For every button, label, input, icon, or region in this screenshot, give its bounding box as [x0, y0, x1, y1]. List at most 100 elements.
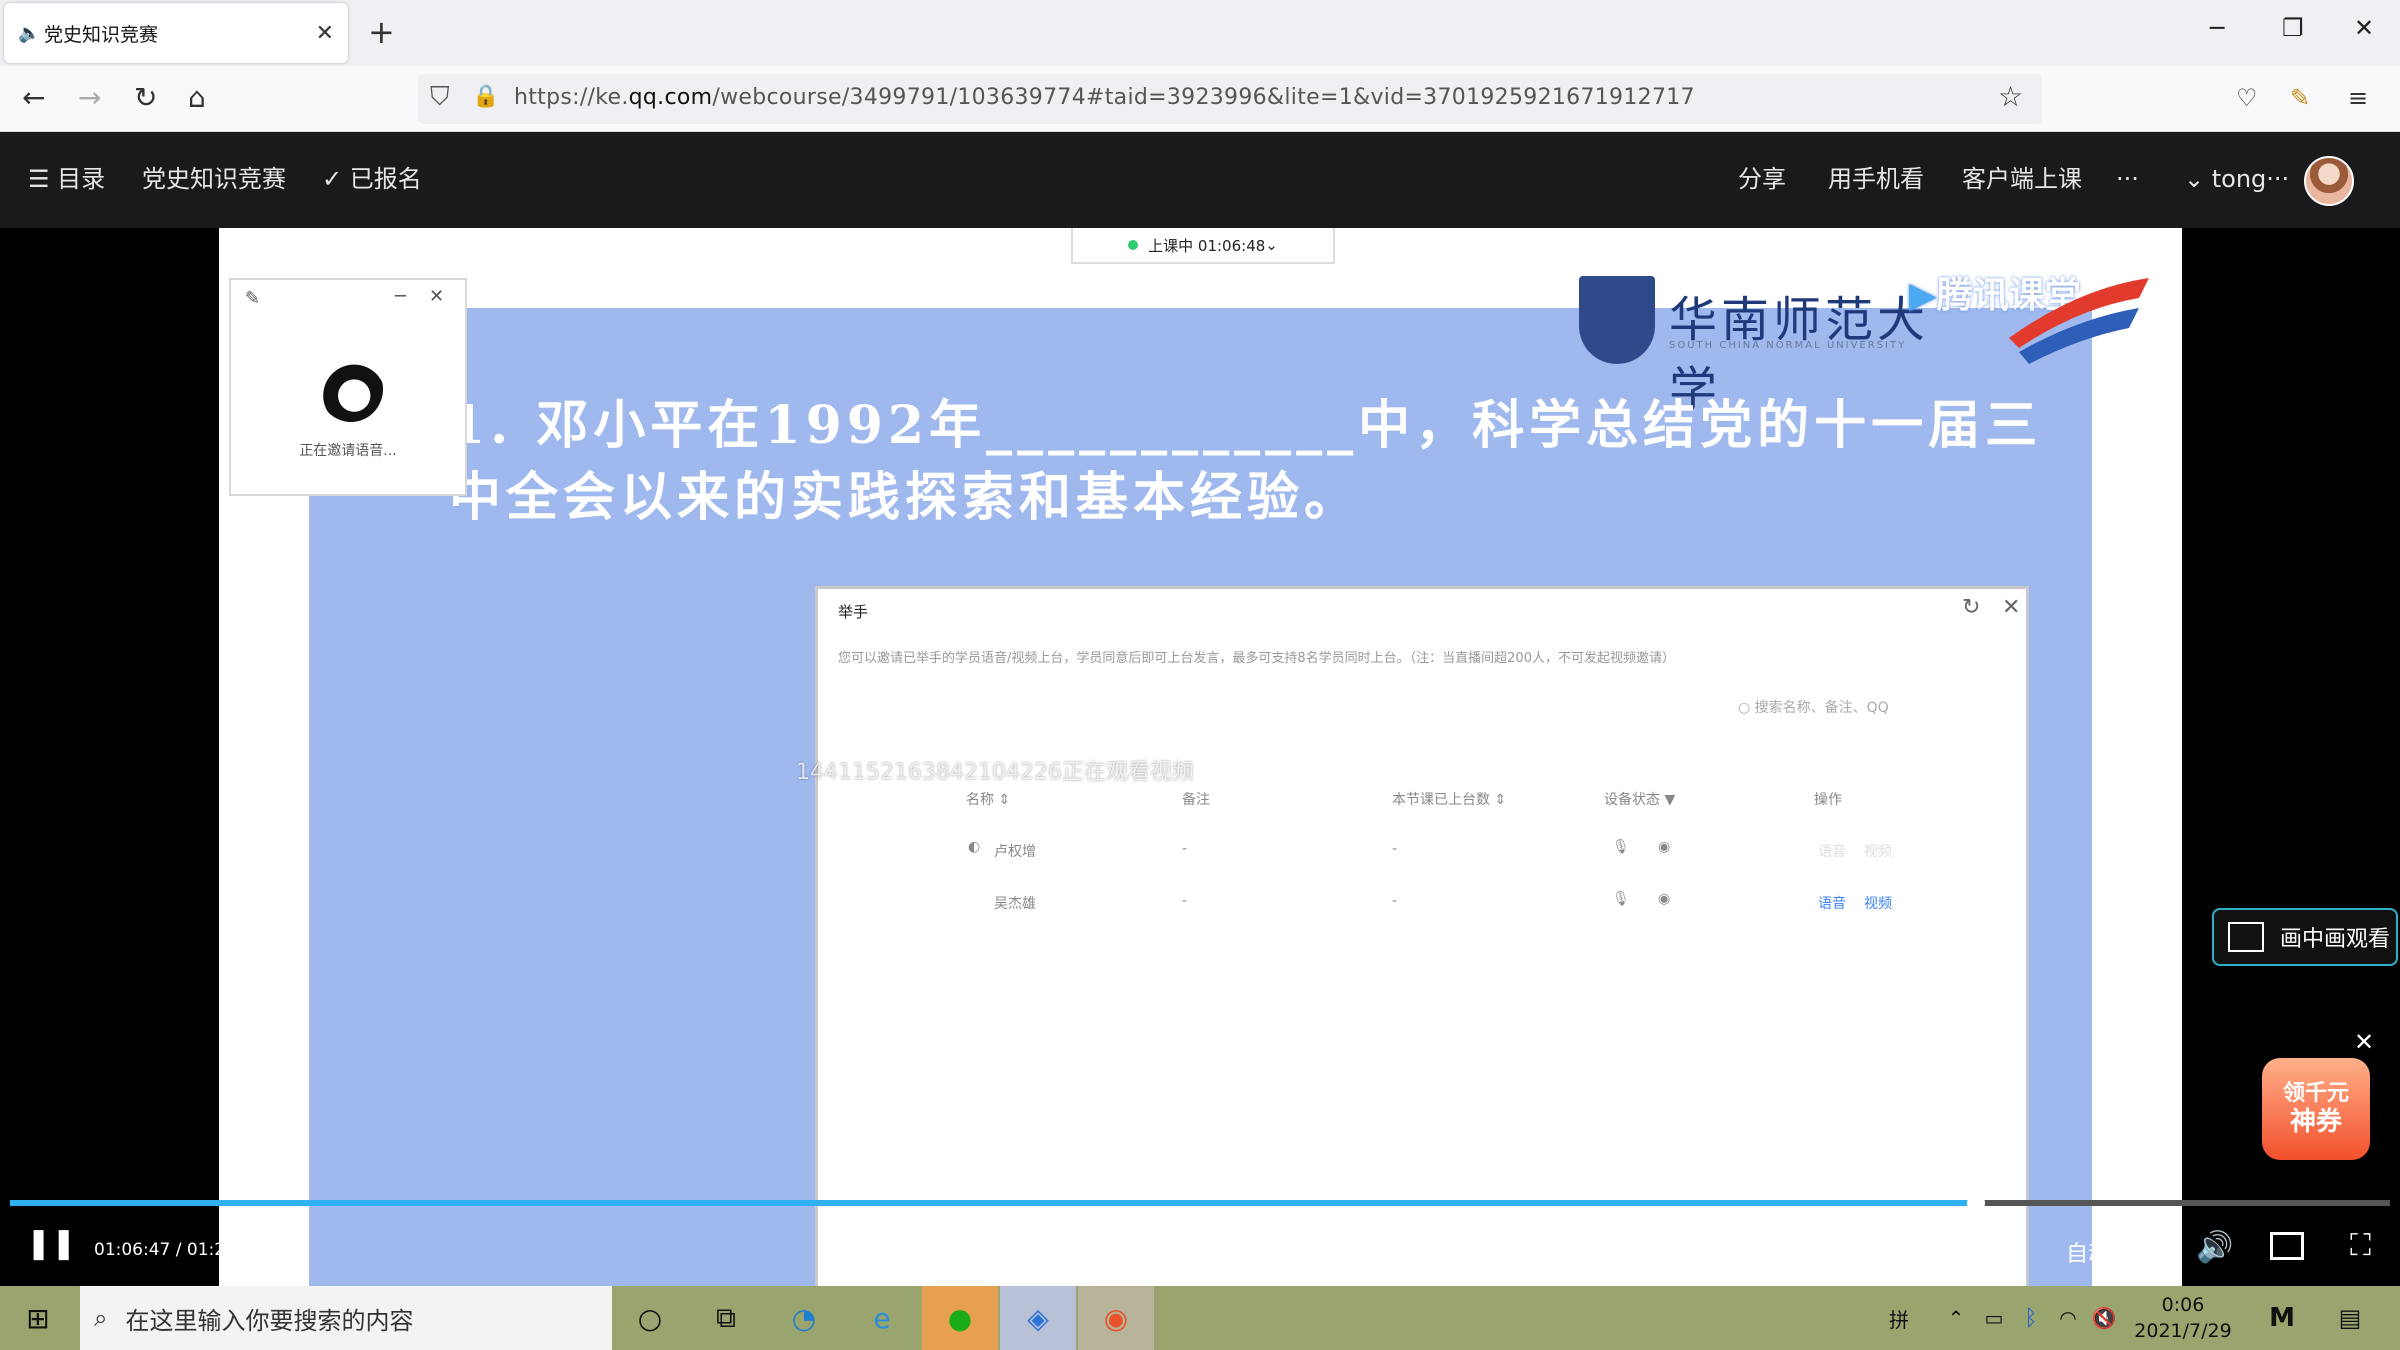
clock-date: 2021/7/29	[2134, 1320, 2232, 1342]
client-button[interactable]: 客户端上课	[1962, 162, 2082, 196]
video-invite-button[interactable]: 视频	[1864, 841, 1892, 861]
search-input[interactable]: ○ 搜索名称、备注、QQ	[1738, 697, 1889, 717]
bluetooth-icon[interactable]: ᛒ	[2018, 1296, 2044, 1340]
quality-button[interactable]: 自动	[2066, 1236, 2110, 1268]
coupon-badge[interactable]: 领千元 神券	[2262, 1058, 2370, 1160]
task-view-icon[interactable]: ⧉	[706, 1296, 746, 1340]
close-icon[interactable]: ✕	[429, 286, 444, 307]
question-line-2: 中全会以来的实践探索和基本经验。	[449, 467, 1362, 528]
window-close-icon[interactable]: ✕	[2354, 14, 2374, 42]
column-name[interactable]: 名称 ⇕	[966, 789, 1010, 809]
navigation-bar: ← → ↻ ⌂ ⛉ 🔒 https://ke.qq.com/webcourse/…	[0, 66, 2400, 132]
course-title: 党史知识竞赛	[142, 165, 286, 193]
mobile-watch-button[interactable]: 用手机看	[1828, 162, 1924, 196]
windows-start-icon[interactable]: ⊞	[18, 1296, 58, 1340]
pause-icon[interactable]: ❚❚	[26, 1226, 76, 1261]
shield-icon[interactable]: ⛉	[430, 82, 450, 113]
new-tab-button[interactable]: +	[368, 14, 395, 50]
edge-icon[interactable]: ◔	[782, 1296, 826, 1340]
university-logo: 华南师范大学 SOUTH CHINA NORMAL UNIVERSITY	[1569, 268, 1949, 418]
minimize-icon[interactable]: ─	[2210, 14, 2224, 42]
camera-icon: ◉	[1658, 891, 1671, 907]
extension-icon[interactable]: ✎	[2290, 80, 2310, 116]
url-text[interactable]: https://ke.qq.com/webcourse/3499791/1036…	[514, 85, 1695, 110]
restore-icon[interactable]: ❐	[2282, 14, 2304, 42]
decorative-flag-icon	[2009, 278, 2149, 364]
stage-count: -	[1392, 893, 1398, 909]
app-tray-icon[interactable]: M	[2262, 1296, 2302, 1340]
video-invite-button[interactable]: 视频	[1864, 893, 1892, 913]
course-header: ☰ 目录 党史知识竞赛 ✓ 已报名 分享 用手机看 客户端上课 ··· ⌄ to…	[0, 132, 2400, 228]
avatar	[319, 356, 383, 422]
column-count[interactable]: 本节课已上台数 ⇕	[1392, 789, 1506, 809]
taskbar-search-input[interactable]: ⌕ 在这里输入你要搜索的内容	[80, 1286, 612, 1350]
live-dot-icon	[1128, 240, 1139, 250]
progress-handle[interactable]	[1966, 1194, 1985, 1212]
student-note: -	[1182, 893, 1188, 909]
forward-icon[interactable]: →	[78, 80, 101, 116]
speed-button[interactable]: 1x	[2136, 1236, 2163, 1261]
video-player[interactable]: 上课中 01:06:48 ⌄ 华南师范大学 SOUTH CHINA NORMAL…	[0, 228, 2400, 1286]
chevron-down-icon: ⌄	[1265, 236, 1278, 254]
column-device-status[interactable]: 设备状态 ▼	[1604, 789, 1675, 809]
speaker-icon[interactable]: 🔈	[18, 23, 44, 44]
more-button[interactable]: ···	[2116, 162, 2139, 196]
cortana-icon[interactable]: ○	[630, 1296, 670, 1340]
user-menu[interactable]: ⌄ tong···	[2184, 162, 2289, 196]
close-tab-icon[interactable]: ✕	[316, 21, 334, 46]
voice-invite-button[interactable]: 语音	[1818, 841, 1846, 861]
column-note: 备注	[1182, 792, 1210, 808]
wifi-icon[interactable]: ◠	[2054, 1296, 2082, 1340]
mute-icon[interactable]: 🔇	[2090, 1296, 2118, 1340]
window-mode-icon[interactable]	[2270, 1232, 2304, 1260]
bookmark-star-icon[interactable]: ☆	[1998, 80, 2023, 113]
refresh-icon[interactable]: ↻	[1962, 595, 1980, 620]
stage-count: -	[1392, 841, 1398, 857]
minimize-icon[interactable]: ─	[395, 286, 406, 307]
pip-button[interactable]: 画中画观看	[2212, 908, 2398, 966]
chevron-up-icon[interactable]: ⌃	[1944, 1296, 1968, 1340]
volume-icon[interactable]: 🔊	[2196, 1230, 2233, 1265]
dialog-title: 举手	[838, 603, 869, 621]
live-status-badge[interactable]: 上课中 01:06:48 ⌄	[1071, 228, 1335, 264]
system-clock[interactable]: 0:06 2021/7/29	[2128, 1292, 2238, 1344]
voice-invite-button[interactable]: 语音	[1818, 893, 1846, 913]
viewer-watermark: 1441152163842104226正在观看视频	[796, 760, 1194, 785]
coupon-close-icon[interactable]: ✕	[2354, 1028, 2374, 1056]
shared-screen: 上课中 01:06:48 ⌄ 华南师范大学 SOUTH CHINA NORMAL…	[219, 228, 2182, 1286]
question-text: 1. 邓小平在1992年____________中，科学总结党的十一届三 中全会…	[449, 390, 2042, 534]
voice-invite-caption: 正在邀请语音...	[299, 443, 397, 459]
catalog-button[interactable]: ☰ 目录	[28, 162, 105, 196]
chevron-down-icon: ⌄	[2184, 165, 2212, 193]
browser-tab[interactable]: 🔈 党史知识竞赛 ✕	[4, 3, 348, 63]
progress-bar[interactable]	[10, 1194, 2390, 1212]
address-bar[interactable]: ⛉ 🔒 https://ke.qq.com/webcourse/3499791/…	[418, 74, 2042, 124]
browser-chrome: 🔈 党史知识竞赛 ✕ + ─ ❐ ✕ ← → ↻ ⌂ ⛉ 🔒 https://k…	[0, 0, 2400, 132]
battery-icon[interactable]: ▭	[1980, 1296, 2008, 1340]
ie-icon[interactable]: e	[860, 1296, 904, 1340]
lock-icon[interactable]: 🔒	[472, 84, 499, 109]
notification-icon[interactable]: ▤	[2330, 1296, 2370, 1340]
hamburger-menu-icon[interactable]: ≡	[2348, 80, 2368, 116]
close-icon[interactable]: ✕	[2002, 595, 2020, 620]
pip-icon	[2228, 922, 2264, 952]
tencent-classroom-icon[interactable]: ◈	[1000, 1286, 1076, 1350]
search-icon: ○	[1738, 700, 1755, 716]
home-icon[interactable]: ⌂	[188, 80, 206, 116]
sort-icon: ⇕	[1494, 792, 1507, 808]
fullscreen-icon[interactable]: ⛶	[2350, 1228, 2371, 1263]
sort-icon: ⇕	[998, 792, 1011, 808]
play-triangle-icon: ▶	[1909, 275, 1937, 316]
pocket-icon[interactable]: ♡	[2236, 80, 2258, 116]
firefox-icon[interactable]: ◉	[1078, 1286, 1154, 1350]
back-icon[interactable]: ←	[22, 80, 45, 116]
avatar[interactable]	[2304, 156, 2354, 206]
mic-off-icon: ✎	[245, 288, 261, 309]
share-button[interactable]: 分享	[1738, 162, 1786, 196]
raise-hand-dialog: 举手 ↻ ✕ 您可以邀请已举手的学员语音/视频上台，学员同意后即可上台发言，最多…	[815, 586, 2029, 1286]
ime-indicator[interactable]: 拼	[1882, 1296, 1916, 1340]
reload-icon[interactable]: ↻	[134, 80, 157, 116]
university-name-en: SOUTH CHINA NORMAL UNIVERSITY	[1669, 340, 1907, 351]
wechat-icon[interactable]: ●	[922, 1286, 998, 1350]
column-actions: 操作	[1814, 792, 1842, 808]
